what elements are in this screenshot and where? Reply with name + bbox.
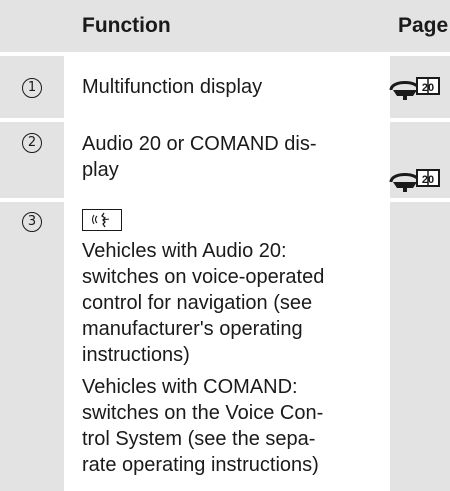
function-cell: Multifunction display	[82, 56, 382, 118]
header-function-cell: Function	[82, 0, 382, 52]
function-text-line: control for navigation (see	[82, 292, 313, 314]
table-row: 3 Vehicles with Audio 20: switches on vo…	[0, 202, 450, 491]
number-cell: 3	[0, 202, 64, 491]
function-text-line: switches on the Voice Con-	[82, 402, 324, 424]
function-text-line: switches on voice-operated	[82, 266, 325, 288]
row-number-3: 3	[22, 212, 42, 232]
function-text-line: Audio 20 or COMAND dis-	[82, 133, 317, 155]
svg-text:20: 20	[422, 82, 434, 94]
function-text-line: play	[82, 159, 119, 181]
function-text-line: Vehicles with Audio 20:	[82, 240, 287, 262]
page-cell	[390, 202, 450, 491]
number-cell: 1	[0, 56, 64, 118]
table-row: 2 Audio 20 or COMAND dis- play 20	[0, 122, 450, 198]
row-number-2: 2	[22, 133, 42, 153]
header-page: Page	[398, 14, 449, 37]
voice-control-button-icon	[82, 209, 122, 231]
table-header-row: Function Page	[0, 0, 450, 52]
header-page-cell: Page	[390, 0, 450, 52]
row-number-1: 1	[22, 78, 42, 98]
function-text-line: rate operating instructions)	[82, 454, 319, 476]
function-text-line: instructions)	[82, 344, 190, 366]
function-text: Multifunction display	[82, 76, 263, 98]
function-cell: Audio 20 or COMAND dis- play	[82, 122, 382, 198]
steering-wheel-book-icon: 20	[389, 169, 440, 192]
steering-wheel-book-icon: 20	[389, 77, 440, 100]
function-table: Function Page 1 Multifunction display 20…	[0, 0, 450, 491]
function-cell: Vehicles with Audio 20: switches on voic…	[82, 202, 382, 491]
header-function: Function	[82, 14, 171, 37]
function-text-line: Vehicles with COMAND:	[82, 376, 298, 398]
svg-text:20: 20	[422, 174, 434, 186]
table-row: 1 Multifunction display 20	[0, 56, 450, 118]
number-cell: 2	[0, 122, 64, 198]
function-text-line: manufacturer's operating	[82, 318, 303, 340]
function-text-line: trol System (see the sepa-	[82, 428, 316, 450]
